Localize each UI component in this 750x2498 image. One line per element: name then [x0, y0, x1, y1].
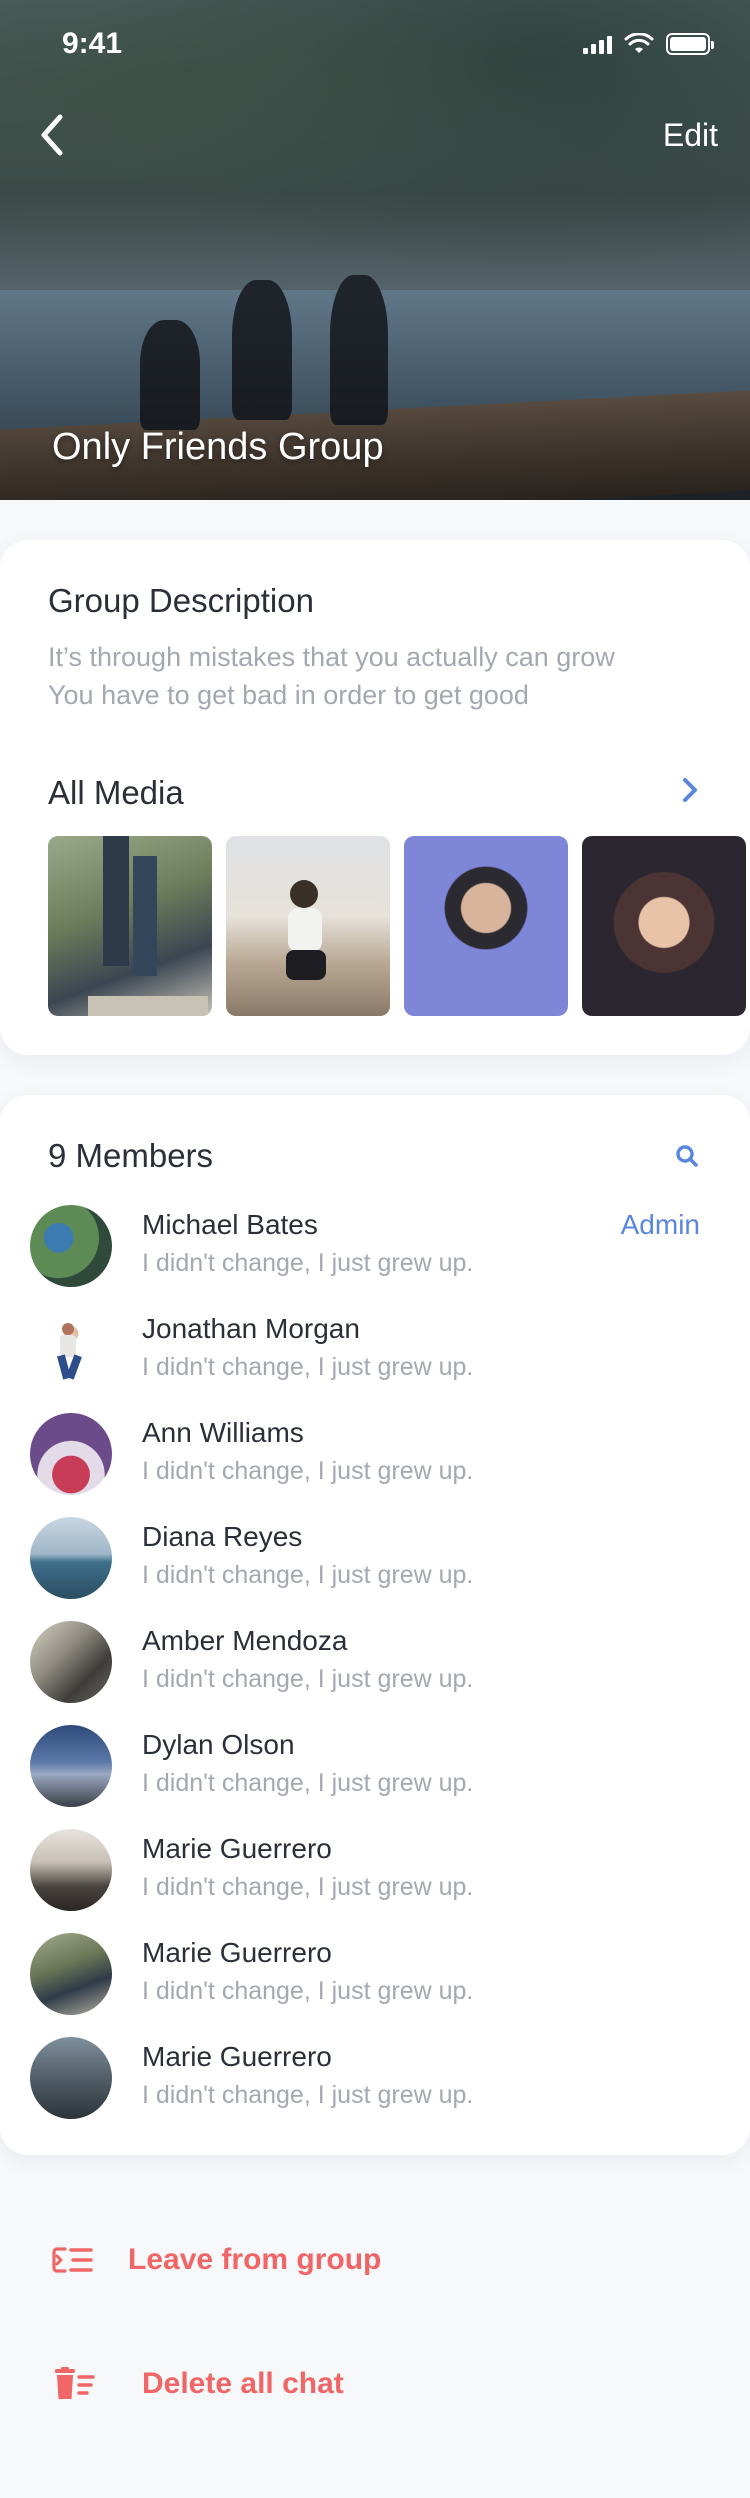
group-cover-image: 9:41 Edit Only Friends Group — [0, 0, 750, 500]
cover-shade — [0, 300, 750, 500]
avatar — [30, 2037, 112, 2119]
member-row[interactable]: Marie Guerrero I didn't change, I just g… — [0, 1919, 750, 2023]
nav-bar: Edit — [0, 100, 750, 170]
member-status: I didn't change, I just grew up. — [142, 1873, 474, 1901]
member-row[interactable]: Marie Guerrero I didn't change, I just g… — [0, 1815, 750, 1919]
member-status: I didn't change, I just grew up. — [142, 1977, 474, 2005]
leave-group-icon — [48, 2240, 98, 2280]
member-name: Ann Williams — [142, 1417, 304, 1448]
group-info-card: Group Description It’s through mistakes … — [0, 540, 750, 1055]
status-bar: 9:41 — [0, 0, 750, 88]
member-status: I didn't change, I just grew up. — [142, 1769, 474, 1797]
chevron-right-icon — [683, 778, 697, 802]
status-icons — [583, 33, 714, 55]
member-row[interactable]: Diana Reyes I didn't change, I just grew… — [0, 1503, 750, 1607]
avatar — [30, 1413, 112, 1495]
avatar — [30, 1205, 112, 1287]
back-button[interactable] — [36, 105, 86, 165]
group-title: Only Friends Group — [52, 426, 384, 468]
description-line-1: It’s through mistakes that you actually … — [48, 642, 615, 672]
media-thumb[interactable] — [404, 836, 568, 1016]
battery-icon — [666, 33, 714, 55]
avatar — [30, 1829, 112, 1911]
media-thumb[interactable] — [48, 836, 212, 1016]
leave-group-label: Leave from group — [128, 2243, 382, 2276]
member-name: Michael Bates — [142, 1209, 318, 1240]
media-thumb[interactable] — [582, 836, 746, 1016]
chevron-left-icon — [41, 114, 63, 156]
avatar — [30, 1621, 112, 1703]
member-name: Marie Guerrero — [142, 1937, 332, 1968]
members-card: 9 Members Michael Bates I didn't change,… — [0, 1095, 750, 2155]
member-row[interactable]: Ann Williams I didn't change, I just gre… — [0, 1399, 750, 1503]
dancing-man-icon — [57, 1323, 82, 1380]
member-name: Amber Mendoza — [142, 1625, 348, 1656]
members-heading: 9 Members — [48, 1137, 214, 1174]
status-time: 9:41 — [62, 27, 123, 60]
member-name: Diana Reyes — [142, 1521, 303, 1552]
delete-all-chat-button[interactable]: Delete all chat — [48, 2364, 344, 2404]
member-name: Dylan Olson — [142, 1729, 295, 1760]
member-name: Marie Guerrero — [142, 2041, 332, 2072]
member-name: Jonathan Morgan — [142, 1313, 360, 1344]
wifi-icon — [624, 33, 654, 53]
member-row[interactable]: Dylan Olson I didn't change, I just grew… — [0, 1711, 750, 1815]
member-status: I didn't change, I just grew up. — [142, 1665, 474, 1693]
edit-button[interactable]: Edit — [663, 117, 718, 154]
delete-all-chat-label: Delete all chat — [142, 2367, 344, 2400]
avatar — [30, 1725, 112, 1807]
avatar — [30, 1933, 112, 2015]
member-name: Marie Guerrero — [142, 1833, 332, 1864]
member-status: I didn't change, I just grew up. — [142, 1353, 474, 1381]
leave-group-button[interactable]: Leave from group — [48, 2240, 381, 2280]
member-status: I didn't change, I just grew up. — [142, 1561, 474, 1589]
all-media-button[interactable] — [670, 770, 710, 810]
member-row[interactable]: Michael Bates I didn't change, I just gr… — [0, 1191, 750, 1295]
media-thumb[interactable] — [226, 836, 390, 1016]
media-strip — [48, 836, 746, 1016]
search-icon — [676, 1145, 698, 1167]
member-status: I didn't change, I just grew up. — [142, 2081, 474, 2109]
legs-photo-icon — [88, 836, 208, 1016]
cellular-signal-icon — [583, 34, 612, 54]
trash-icon — [48, 2364, 98, 2404]
member-status: I didn't change, I just grew up. — [142, 1249, 474, 1277]
member-row[interactable]: Marie Guerrero I didn't change, I just g… — [0, 2023, 750, 2127]
member-status: I didn't change, I just grew up. — [142, 1457, 474, 1485]
avatar — [30, 1309, 112, 1391]
member-row[interactable]: Jonathan Morgan I didn't change, I just … — [0, 1295, 750, 1399]
member-list: Michael Bates I didn't change, I just gr… — [0, 1191, 750, 2127]
description-heading: Group Description — [48, 582, 314, 619]
member-row[interactable]: Amber Mendoza I didn't change, I just gr… — [0, 1607, 750, 1711]
description-line-2: You have to get bad in order to get good — [48, 680, 529, 710]
members-search-button[interactable] — [664, 1133, 710, 1179]
avatar — [30, 1517, 112, 1599]
sitting-woman-photo-icon — [286, 880, 326, 980]
admin-badge: Admin — [620, 1209, 700, 1240]
description-text: It’s through mistakes that you actually … — [48, 638, 708, 714]
media-heading: All Media — [48, 774, 184, 811]
